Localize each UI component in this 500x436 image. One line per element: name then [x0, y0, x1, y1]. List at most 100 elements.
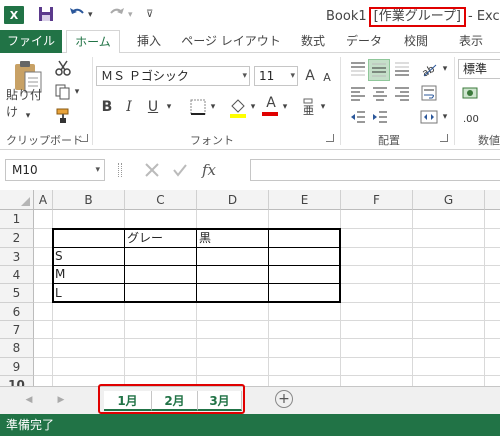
row-header-4[interactable]: 4 [0, 266, 34, 284]
underline-button[interactable]: U [144, 97, 162, 117]
copy-dropdown-icon[interactable]: ▾ [72, 85, 82, 99]
font-size-combo[interactable]: 11 ▾ [254, 66, 298, 86]
number-format-combo[interactable]: 標準 [458, 59, 500, 79]
prev-sheet-icon[interactable]: ◀ [22, 392, 36, 408]
column-header-g[interactable]: G [413, 190, 485, 210]
column-header-b[interactable]: B [53, 190, 125, 210]
name-box-dropdown-icon[interactable]: ▾ [95, 160, 100, 180]
font-name-dropdown-icon[interactable]: ▾ [242, 67, 247, 85]
bold-button[interactable]: B [98, 97, 116, 117]
align-bottom-icon[interactable] [392, 59, 412, 79]
name-box[interactable]: M10 ▾ [5, 159, 105, 181]
row-header-10[interactable]: 10 [0, 376, 34, 386]
decrease-indent-icon[interactable] [348, 107, 368, 127]
cell-b4[interactable]: M [53, 265, 65, 283]
cell-b3[interactable]: S [53, 247, 63, 265]
underline-dropdown-icon[interactable]: ▾ [164, 99, 174, 115]
formula-bar-grip[interactable] [118, 163, 122, 177]
fill-color-icon[interactable] [228, 97, 248, 119]
row-header-3[interactable]: 3 [0, 248, 34, 266]
tab-home[interactable]: ホーム [66, 30, 120, 54]
column-header-c[interactable]: C [125, 190, 197, 210]
wrap-text-icon[interactable] [418, 83, 440, 103]
clipboard-group-label: クリップボード [6, 134, 83, 147]
borders-icon[interactable] [188, 97, 208, 117]
font-launcher-icon[interactable] [326, 134, 334, 142]
percent-style-icon[interactable]: .00 [460, 107, 484, 127]
cancel-icon[interactable] [138, 159, 166, 181]
excel-logo-icon: X [4, 6, 24, 24]
font-color-dropdown-icon[interactable]: ▾ [280, 99, 290, 115]
column-header-a[interactable]: A [34, 190, 53, 210]
formula-buttons: fx [138, 159, 250, 181]
redo-dropdown-icon[interactable]: ▾ [128, 6, 133, 24]
format-painter-icon[interactable] [54, 107, 72, 125]
phonetic-guide-icon[interactable]: 亜 [300, 97, 320, 117]
gridline [34, 375, 500, 376]
tab-view[interactable]: 表示 [448, 30, 494, 53]
row-header-5[interactable]: 5 [0, 284, 34, 303]
column-header-f[interactable]: F [341, 190, 413, 210]
align-left-icon[interactable] [348, 83, 368, 103]
redo-icon[interactable] [108, 6, 126, 24]
font-size-dropdown-icon[interactable]: ▾ [290, 67, 295, 85]
enter-check-icon[interactable] [166, 159, 194, 181]
select-all-button[interactable] [0, 190, 34, 210]
align-middle-icon[interactable] [368, 59, 390, 81]
merge-dropdown-icon[interactable]: ▾ [440, 109, 450, 125]
align-right-icon[interactable] [392, 83, 412, 103]
save-icon[interactable] [38, 6, 54, 24]
clipboard-launcher-icon[interactable] [80, 134, 88, 142]
paste-button[interactable]: 貼り付け [6, 88, 52, 119]
group-separator [340, 57, 341, 145]
group-separator [454, 57, 455, 145]
phonetic-dropdown-icon[interactable]: ▾ [318, 99, 328, 115]
fill-color-dropdown-icon[interactable]: ▾ [248, 99, 258, 115]
align-top-icon[interactable] [348, 59, 368, 79]
column-header-d[interactable]: D [197, 190, 269, 210]
text-orientation-icon[interactable]: ab [418, 59, 440, 79]
tab-formulas[interactable]: 数式 [290, 30, 336, 53]
column-header-h[interactable] [485, 190, 500, 210]
row-header-7[interactable]: 7 [0, 321, 34, 339]
window-title: Book1[作業グループ]- Excel [326, 7, 500, 27]
row-header-1[interactable]: 1 [0, 210, 34, 229]
borders-dropdown-icon[interactable]: ▾ [208, 99, 218, 115]
formula-input[interactable] [250, 159, 500, 181]
sheet-tabs-highlight [98, 384, 245, 414]
cell-c2[interactable]: グレー [125, 229, 163, 247]
align-center-icon[interactable] [370, 83, 390, 103]
tab-file[interactable]: ファイル [0, 30, 62, 53]
row-header-9[interactable]: 9 [0, 358, 34, 376]
paste-dropdown-icon[interactable]: ▾ [20, 111, 36, 121]
row-header-6[interactable]: 6 [0, 303, 34, 321]
cell-b5[interactable]: L [53, 284, 62, 302]
undo-icon[interactable] [68, 6, 86, 24]
alignment-launcher-icon[interactable] [440, 134, 448, 142]
customize-quick-access-icon[interactable]: ⊽ [146, 6, 153, 24]
tab-page-layout[interactable]: ページ レイアウト [178, 30, 284, 53]
row-header-8[interactable]: 8 [0, 339, 34, 358]
currency-format-icon[interactable] [460, 83, 484, 103]
merge-center-icon[interactable] [418, 107, 440, 127]
undo-dropdown-icon[interactable]: ▾ [88, 6, 93, 24]
copy-icon[interactable] [54, 83, 72, 101]
tab-data[interactable]: データ [340, 30, 388, 53]
row-header-2[interactable]: 2 [0, 229, 34, 248]
cell-d2[interactable]: 黒 [197, 229, 211, 247]
alignment-group-label: 配置 [378, 134, 400, 147]
cut-icon[interactable] [54, 59, 72, 77]
new-sheet-button[interactable]: + [275, 390, 293, 408]
grow-font-icon[interactable]: A [302, 66, 318, 86]
shrink-font-icon[interactable]: A [320, 68, 334, 86]
font-name-combo[interactable]: ＭＳ Ｐゴシック ▾ [96, 66, 250, 86]
font-color-icon[interactable]: A [262, 95, 280, 111]
italic-button[interactable]: I [120, 97, 138, 117]
next-sheet-icon[interactable]: ▶ [54, 392, 68, 408]
tab-insert[interactable]: 挿入 [128, 30, 170, 53]
column-header-e[interactable]: E [269, 190, 341, 210]
increase-indent-icon[interactable] [370, 107, 390, 127]
orientation-dropdown-icon[interactable]: ▾ [440, 61, 450, 77]
tab-review[interactable]: 校閲 [394, 30, 438, 53]
insert-function-icon[interactable]: fx [194, 159, 224, 181]
